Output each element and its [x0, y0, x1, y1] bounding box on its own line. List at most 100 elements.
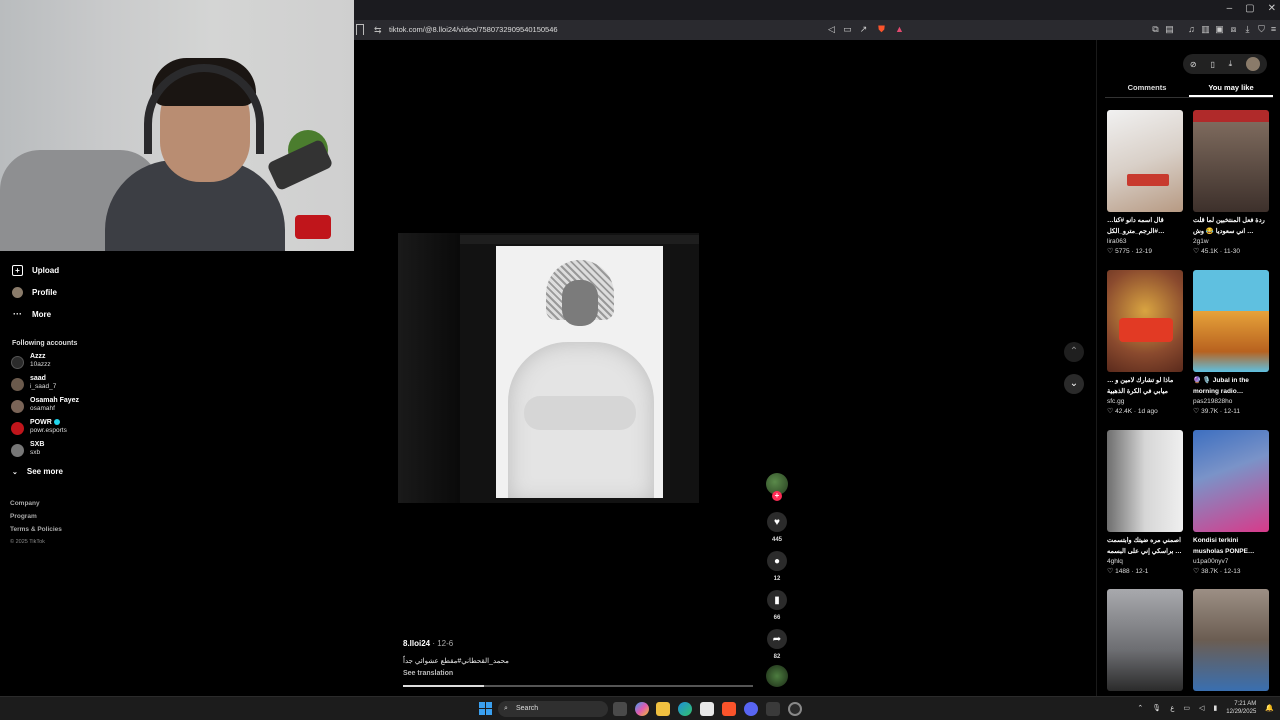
download-icon[interactable]: ⤓ [1242, 24, 1253, 35]
like-count: 445 [771, 537, 782, 543]
recommended-video-card[interactable]: Kondisi terkini musholas PONPE… u1pa00ny… [1193, 430, 1269, 577]
following-account[interactable]: POWR powr.esports [11, 419, 67, 435]
video-thumbnail[interactable] [1193, 430, 1269, 532]
edge-icon[interactable] [678, 702, 692, 716]
network-icon[interactable]: ▭ [1183, 704, 1190, 712]
split-view-icon[interactable]: ▣ [1214, 24, 1225, 35]
recommended-video-card[interactable]: قال اسمه دانو #كنا… #الرجم_مترو_الكل… li… [1107, 110, 1183, 257]
author-username[interactable]: 8.lloi24 [403, 639, 430, 648]
site-settings-icon[interactable]: ⇆ [374, 25, 382, 36]
heart-icon: ♡ [1107, 248, 1114, 255]
cast-icon[interactable]: ▭ [842, 24, 853, 35]
footer-link-company[interactable]: Company [10, 500, 40, 507]
recommended-video-card[interactable]: ردة فعل المنتخبين لما قلت … اني سعوديا 😂… [1193, 110, 1269, 257]
portrait-face [562, 280, 598, 326]
video-player[interactable] [398, 233, 699, 503]
recommended-video-card[interactable]: 🔮 🎙️ Jubal in the morning radio… pas2198… [1193, 270, 1269, 417]
video-thumbnail[interactable] [1107, 589, 1183, 691]
video-left-region [398, 233, 460, 503]
mute-icon[interactable]: ◁ [826, 24, 837, 35]
copilot-icon[interactable] [635, 702, 649, 716]
close-button[interactable]: ✕ [1268, 3, 1276, 14]
comment-action[interactable]: ● 12 [766, 551, 788, 582]
maximize-button[interactable]: ▢ [1245, 3, 1254, 14]
tab-comments[interactable]: Comments [1105, 82, 1189, 97]
sidebar-item-profile[interactable]: Profile [12, 287, 57, 298]
tab-you-may-like[interactable]: You may like [1189, 82, 1273, 97]
share-arrow-icon[interactable]: ➦ [767, 629, 787, 649]
shield-icon[interactable]: ⛉ [1256, 24, 1267, 35]
clock[interactable]: 7:21 AM 12/29/2025 [1226, 700, 1256, 716]
following-account[interactable]: Osamah Fayez osamahf [11, 397, 79, 413]
compass-icon[interactable]: ⊘ [1190, 60, 1197, 69]
store-icon[interactable] [700, 702, 714, 716]
avatar[interactable] [1246, 57, 1261, 71]
music-disc-icon[interactable] [766, 665, 788, 687]
brave-icon[interactable] [722, 702, 736, 716]
footer-link-terms[interactable]: Terms & Policies [10, 526, 62, 533]
wallet-icon[interactable]: ▤ [1164, 24, 1175, 35]
language-indicator[interactable]: ع [1170, 704, 1174, 712]
following-account[interactable]: saad i_saad_7 [11, 375, 56, 391]
minimize-button[interactable]: – [1227, 3, 1233, 14]
notification-icon[interactable]: 🔔 [1265, 704, 1274, 712]
taskbar-search[interactable]: ⌕ Search [498, 701, 608, 717]
discord-icon[interactable] [744, 702, 758, 716]
following-account[interactable]: Azzz 10azzz [11, 353, 51, 369]
extensions-icon[interactable]: ⧉ [1150, 24, 1161, 35]
search-label: Search [516, 705, 539, 712]
xbox-icon[interactable] [766, 702, 780, 716]
footer-link-program[interactable]: Program [10, 513, 37, 520]
video-thumbnail[interactable] [1107, 430, 1183, 532]
recommended-video-card[interactable]: اصمني مره ضيتك وابتسمت … براسكي إني على … [1107, 430, 1183, 577]
windows-start-icon[interactable] [479, 702, 492, 715]
see-more-button[interactable]: ⌄ See more [12, 467, 63, 476]
volume-icon[interactable]: ◁ [1199, 704, 1204, 712]
chevron-up-icon[interactable]: ⌃ [1137, 704, 1143, 712]
address-bar[interactable]: ⇆ tiktok.com/@8.lloi24/video/75807329095… [354, 20, 1280, 40]
video-thumbnail[interactable] [1193, 589, 1269, 691]
video-author[interactable]: 8.lloi24 · 12-6 [403, 639, 453, 648]
file-explorer-icon[interactable] [656, 702, 670, 716]
browser-titlebar: – ▢ ✕ [354, 0, 1280, 20]
video-thumbnail[interactable] [1193, 110, 1269, 212]
previous-video-button[interactable]: ⌃ [1064, 342, 1084, 362]
recommended-video-card[interactable]: ماذا لو تشارك لامين و … ميابي في الكرة ا… [1107, 270, 1183, 417]
heart-icon[interactable]: ♥ [767, 512, 787, 532]
obs-icon[interactable] [788, 702, 802, 716]
video-thumbnail[interactable] [1107, 110, 1183, 212]
card-username: 2g1w [1193, 238, 1209, 245]
share-action[interactable]: ➦ 82 [766, 629, 788, 660]
video-thumbnail[interactable] [1193, 270, 1269, 372]
right-panel-toolbar: ⊘ ▯ ⤓ [1183, 54, 1267, 74]
download-icon[interactable]: ⤓ [1229, 59, 1233, 69]
tabs-icon[interactable]: ⧈ [1228, 24, 1239, 35]
sidebar-toggle-icon[interactable]: ▥ [1200, 24, 1211, 35]
follow-plus-icon[interactable]: + [772, 491, 782, 501]
like-action[interactable]: ♥ 445 [766, 512, 788, 543]
share-icon[interactable]: ↗ [858, 24, 869, 35]
brave-shields-icon[interactable]: ⛊ [876, 24, 887, 35]
next-video-button[interactable]: ⌄ [1064, 374, 1084, 394]
mobile-icon[interactable]: ▯ [1210, 60, 1214, 69]
video-thumbnail[interactable] [1107, 270, 1183, 372]
menu-icon[interactable]: ≡ [1268, 24, 1279, 35]
recommended-video-card[interactable] [1107, 589, 1183, 691]
following-account[interactable]: SXB sxb [11, 441, 44, 457]
sidebar-item-more[interactable]: ··· More [12, 309, 51, 320]
card-meta: ♡ 38.7K · 12-13 [1193, 568, 1241, 575]
brave-rewards-icon[interactable]: ▲ [894, 24, 905, 35]
comment-icon[interactable]: ● [767, 551, 787, 571]
microphone-icon[interactable]: 🎙 [1152, 704, 1161, 712]
sidebar-item-upload[interactable]: + Upload [12, 265, 59, 276]
media-icon[interactable]: ♫ [1186, 24, 1197, 35]
url-text[interactable]: tiktok.com/@8.lloi24/video/7580732909540… [389, 25, 558, 34]
battery-icon[interactable]: ▮ [1213, 704, 1217, 712]
save-action[interactable]: ▮ 66 [766, 590, 788, 621]
video-progress-bar[interactable] [403, 685, 753, 687]
bookmark-icon[interactable] [356, 24, 364, 35]
bookmark-icon[interactable]: ▮ [767, 590, 787, 610]
task-view-icon[interactable] [613, 702, 627, 716]
see-translation-link[interactable]: See translation [403, 670, 453, 677]
recommended-video-card[interactable] [1193, 589, 1269, 691]
